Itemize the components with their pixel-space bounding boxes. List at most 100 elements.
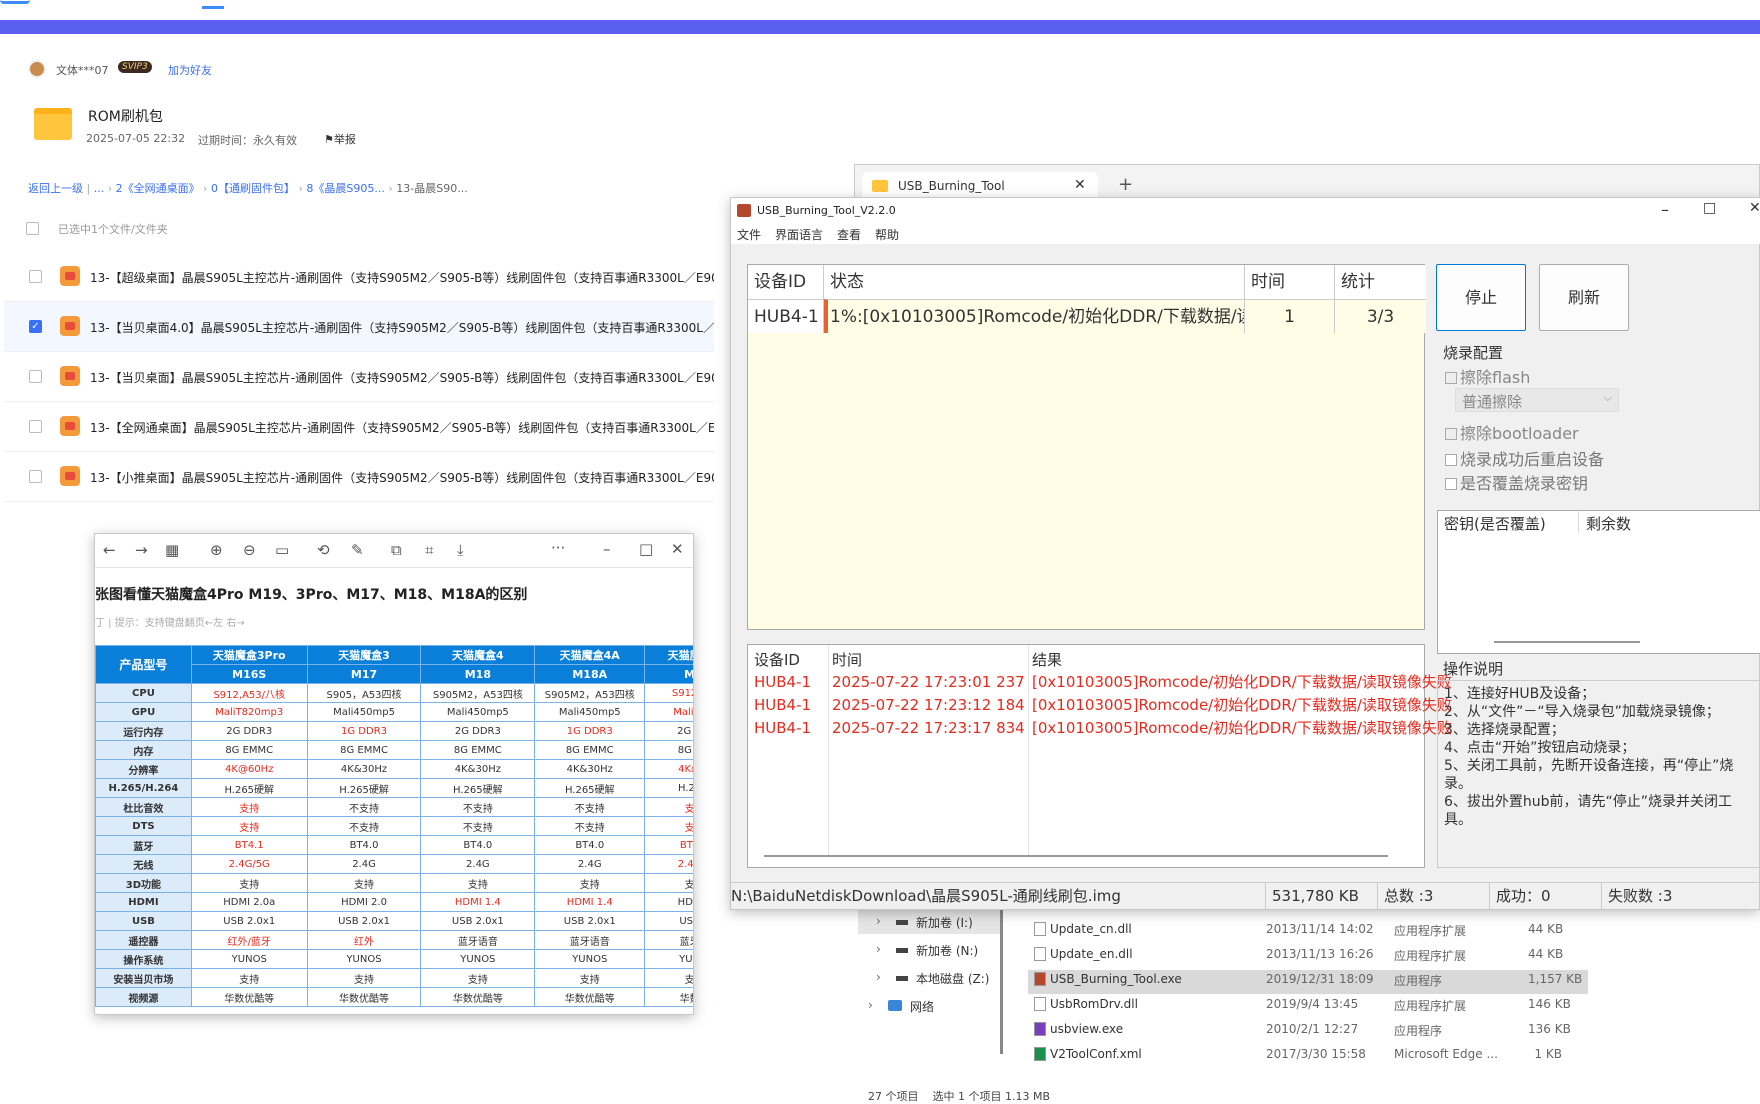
rotate-icon[interactable]: ⟲ xyxy=(317,541,330,559)
key-scrollbar[interactable] xyxy=(1494,641,1640,643)
spec-row-label: 蓝牙 xyxy=(95,835,192,855)
file-checkbox[interactable] xyxy=(29,420,42,433)
stop-button[interactable]: 停止 xyxy=(1436,264,1526,331)
zoom-in-icon[interactable]: ⊕ xyxy=(210,541,223,559)
overwrite-key-checkbox[interactable]: 是否覆盖烧录密钥 xyxy=(1445,470,1588,494)
device-status-cell[interactable]: 1%:[0x10103005]Romcode/初始化DDR/下载数据/读取镜 xyxy=(824,299,1245,333)
new-tab-button[interactable]: + xyxy=(1118,174,1133,195)
spec-cell: 2.4G xyxy=(534,854,646,874)
log-row[interactable]: HUB4-1 2025-07-22 17:23:12 184 [0x101030… xyxy=(748,694,1452,717)
menu-language[interactable]: 界面语言 xyxy=(775,226,823,243)
spec-cell: MaliT8 xyxy=(644,702,693,722)
close-icon[interactable]: ✕ xyxy=(1749,200,1760,216)
log-row[interactable]: HUB4-1 2025-07-22 17:23:01 237 [0x101030… xyxy=(748,671,1452,694)
menu-view[interactable]: 查看 xyxy=(837,226,861,243)
erase-flash-checkbox[interactable]: 擦除flash xyxy=(1445,364,1530,388)
maximize-icon[interactable]: □ xyxy=(1703,200,1716,216)
chevron-right-icon[interactable]: › xyxy=(876,914,881,928)
fit-screen-icon[interactable]: ▭ xyxy=(275,541,289,559)
spec-row: H.265/H.264 H.265硬解 H.265硬解 H.265硬解 H.265硬解 H… xyxy=(95,778,693,798)
image-hint: 丁 | 提示：支持键盘翻页←左 右→ xyxy=(95,618,245,629)
erase-bootloader-label: 擦除bootloader xyxy=(1460,424,1579,443)
explorer-file-row[interactable]: V2ToolConf.xml 2017/3/30 15:58 Microsoft E… xyxy=(1028,1045,1588,1065)
crop-icon[interactable]: ⌗ xyxy=(425,541,433,559)
tree-item-label[interactable]: 网络 xyxy=(910,998,934,1015)
file-name[interactable]: 13-【超级桌面】晶晨S905L主控芯片-通刷固件（支持S905M2／S905-… xyxy=(90,269,714,286)
save-icon[interactable]: ⤓ xyxy=(457,541,464,559)
avatar[interactable] xyxy=(28,60,46,78)
spec-row-label: H.265/H.264 xyxy=(95,778,192,798)
explorer-file-row[interactable]: usbview.exe 2010/2/1 12:27 应用程序 136 KB xyxy=(1028,1020,1588,1040)
file-row[interactable]: 13-【超级桌面】晶晨S905L主控芯片-通刷固件（支持S905M2／S905-… xyxy=(4,252,714,302)
file-checkbox[interactable] xyxy=(29,470,42,483)
copy-icon[interactable]: ⧉ xyxy=(391,541,402,559)
breadcrumb-item[interactable]: 0【通刷固件包】 xyxy=(211,182,295,195)
file-checkbox[interactable]: ✓ xyxy=(29,320,42,333)
tree-item-label[interactable]: 本地磁盘 (Z:) xyxy=(916,970,989,987)
tab-label: USB_Burning_Tool xyxy=(898,179,1005,193)
spec-body: CPU S912,A53/八核 S905，A53四核 S905M2，A53四核 S905… xyxy=(95,683,693,1007)
menu-file[interactable]: 文件 xyxy=(737,226,761,243)
explorer-file-row[interactable]: USB_Burning_Tool.exe 2019/12/31 18:09 应用程序… xyxy=(1028,970,1588,990)
spec-cell: S905M2，A53四核 xyxy=(420,683,536,703)
log-row[interactable]: HUB4-1 2025-07-22 17:23:17 834 [0x101030… xyxy=(748,717,1452,740)
refresh-button[interactable]: 刷新 xyxy=(1539,264,1629,331)
explorer-file-row[interactable]: Update_en.dll 2013/11/13 16:26 应用程序扩展 44 KB xyxy=(1028,945,1588,965)
erase-bootloader-checkbox[interactable]: 擦除bootloader xyxy=(1445,420,1579,444)
spec-cell: H.265硬解 xyxy=(420,778,536,798)
spec-cell: 不支持 xyxy=(420,797,536,817)
file-name[interactable]: 13-【全网通桌面】晶晨S905L主控芯片-通刷固件（支持S905M2／S905… xyxy=(90,419,714,436)
zoom-out-icon[interactable]: ⊖ xyxy=(243,541,256,559)
reboot-checkbox[interactable]: 烧录成功后重启设备 xyxy=(1445,446,1604,470)
file-name[interactable]: 13-【小推桌面】晶晨S905L主控芯片-通刷固件（支持S905M2／S905-… xyxy=(90,469,714,486)
spec-row: 运行内存2G DDR31G DDR32G DDR31G DDR32G D xyxy=(95,721,693,741)
file-row[interactable]: 13-【当贝桌面】晶晨S905L主控芯片-通刷固件（支持S905M2／S905-… xyxy=(4,352,714,402)
nav-scrollbar[interactable] xyxy=(1000,904,1003,1054)
breadcrumb-item[interactable]: 2《全网通桌面》 xyxy=(116,182,200,195)
erase-mode-select[interactable]: 普通擦除 ⌵ xyxy=(1455,388,1619,412)
explorer-file-row[interactable]: UsbRomDrv.dll 2019/9/4 13:45 应用程序扩展 146 KB xyxy=(1028,995,1588,1015)
report-link[interactable]: ⚑举报 xyxy=(324,131,356,147)
chevron-right-icon[interactable]: › xyxy=(868,998,873,1012)
file-checkbox[interactable] xyxy=(29,370,42,383)
minimize-icon[interactable]: – xyxy=(1661,200,1669,219)
spec-cell: 不支持 xyxy=(306,816,422,836)
explorer-file-row[interactable]: Update_cn.dll 2013/11/14 14:02 应用程序扩展 44 KB xyxy=(1028,920,1588,940)
menu-bar: 文件 界面语言 查看 帮助 xyxy=(731,224,1760,244)
menu-help[interactable]: 帮助 xyxy=(875,226,899,243)
spec-cell: 红外/蓝牙 xyxy=(190,930,308,950)
tree-item-label[interactable]: 新加卷 (I:) xyxy=(916,914,973,931)
chevron-right-icon[interactable]: › xyxy=(876,942,881,956)
folder-icon xyxy=(34,108,72,140)
breadcrumb-ellipsis[interactable]: ... xyxy=(94,182,105,195)
forward-arrow-icon[interactable]: → xyxy=(135,541,148,559)
device-id-cell[interactable]: HUB4-1 xyxy=(748,299,824,333)
file-name[interactable]: 13-【当贝桌面】晶晨S905L主控芯片-通刷固件（支持S905M2／S905-… xyxy=(90,369,714,386)
spec-cell: 支持 xyxy=(190,816,308,836)
grid-icon[interactable]: ▦ xyxy=(165,541,179,559)
file-date: 2017/3/30 15:58 xyxy=(1266,1047,1366,1061)
breadcrumb-back[interactable]: 返回上一级 xyxy=(28,182,83,195)
log-scrollbar[interactable] xyxy=(764,855,1388,857)
spec-row-label: 内存 xyxy=(95,740,192,760)
edit-icon[interactable]: ✎ xyxy=(351,541,364,559)
close-icon[interactable]: ✕ xyxy=(671,540,684,558)
tree-item-label[interactable]: 新加卷 (N:) xyxy=(916,942,978,959)
explorer-tab[interactable]: USB_Burning_Tool ✕ xyxy=(862,172,1098,200)
key-header: 密钥(是否覆盖) xyxy=(1444,515,1546,533)
maximize-icon[interactable]: □ xyxy=(639,540,653,558)
breadcrumb-item[interactable]: 8《晶晨S905... xyxy=(306,182,384,195)
more-icon[interactable]: ··· xyxy=(551,539,565,557)
file-row[interactable]: ✓ 13-【当贝桌面4.0】晶晨S905L主控芯片-通刷固件（支持S905M2／… xyxy=(4,302,714,352)
file-name[interactable]: 13-【当贝桌面4.0】晶晨S905L主控芯片-通刷固件（支持S905M2／S9… xyxy=(90,319,714,336)
file-row[interactable]: 13-【小推桌面】晶晨S905L主控芯片-通刷固件（支持S905M2／S905-… xyxy=(4,452,714,502)
file-checkbox[interactable] xyxy=(29,270,42,283)
back-arrow-icon[interactable]: ← xyxy=(103,541,116,559)
file-size: 1 KB xyxy=(1534,1047,1562,1061)
tab-close-icon[interactable]: ✕ xyxy=(1074,177,1086,193)
minimize-icon[interactable]: – xyxy=(603,540,611,558)
select-all-checkbox[interactable] xyxy=(26,222,39,235)
add-friend-link[interactable]: 加为好友 xyxy=(168,62,212,78)
file-row[interactable]: 13-【全网通桌面】晶晨S905L主控芯片-通刷固件（支持S905M2／S905… xyxy=(4,402,714,452)
chevron-right-icon[interactable]: › xyxy=(876,970,881,984)
